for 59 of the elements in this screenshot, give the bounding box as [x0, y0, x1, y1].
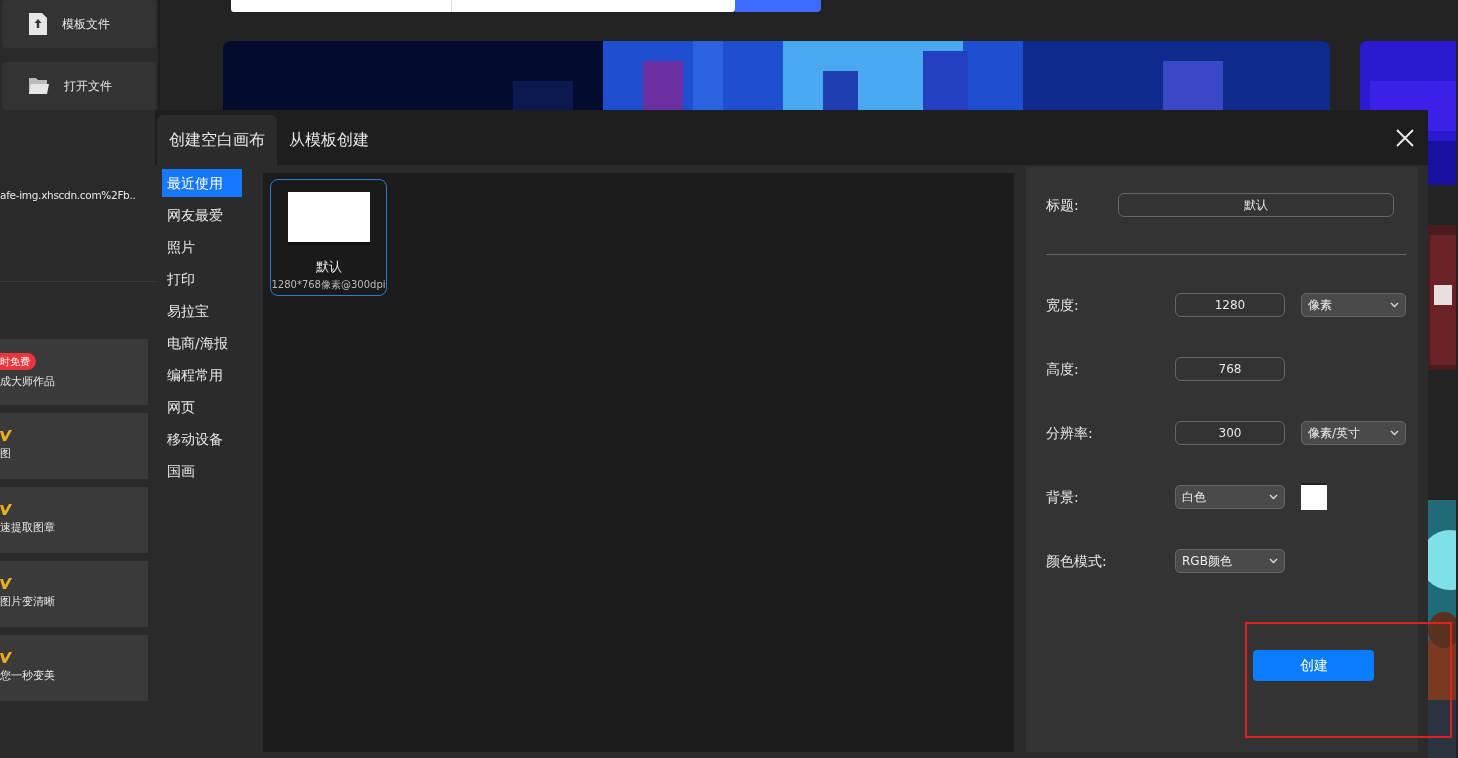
category-item[interactable]: 照片 [162, 233, 242, 261]
feature-label: 图片变清晰 [0, 593, 56, 610]
category-item[interactable]: 电商/海报 [162, 329, 242, 357]
caret-icon [1390, 430, 1399, 436]
button-label: 打开文件 [64, 78, 112, 95]
sidebar-button[interactable]: 模板文件 [2, 0, 156, 48]
field-label: 高度: [1046, 359, 1080, 379]
unit-dropdown[interactable]: 像素/英寸 [1301, 421, 1406, 445]
category-item[interactable]: 移动设备 [162, 425, 242, 453]
search-field[interactable] [231, 0, 735, 12]
number-field[interactable]: 768 [1175, 357, 1285, 381]
unit-dropdown[interactable]: 像素 [1301, 293, 1406, 317]
dialog-tab[interactable]: 从模板创建 [277, 115, 381, 165]
file-name[interactable]: afe-img.xhscdn.com%2Fb.. [0, 187, 136, 204]
select-dropdown[interactable]: 白色 [1175, 485, 1285, 509]
caret-icon [1390, 302, 1399, 308]
sidebar-button[interactable]: 打开文件 [2, 62, 156, 110]
upload-file-icon [28, 12, 48, 36]
feature-label: 速提取图章 [0, 519, 56, 536]
field-label: 颜色模式: [1046, 551, 1108, 571]
feature-label: 您一秒变美 [0, 667, 56, 684]
template-size: 1280*768像素@300dpi [271, 277, 386, 292]
number-field[interactable]: 1280 [1175, 293, 1285, 317]
feature-card[interactable]: 图片变清晰 [0, 561, 148, 627]
category-item[interactable]: 网友最爱 [162, 201, 242, 229]
caret-icon [1269, 558, 1278, 564]
category-item[interactable]: 国画 [162, 457, 242, 485]
category-item[interactable]: 打印 [162, 265, 242, 293]
vip-icon [0, 651, 13, 664]
feature-label: 图 [0, 445, 12, 462]
dialog-tab[interactable]: 创建空白画布 [157, 115, 277, 165]
folder-icon [28, 76, 50, 96]
vip-icon [0, 577, 13, 590]
feature-card[interactable]: 您一秒变美 [0, 635, 148, 701]
field-label: 宽度: [1046, 295, 1080, 315]
category-item[interactable]: 编程常用 [162, 361, 242, 389]
field-label: 背景: [1046, 487, 1080, 507]
field-label: 标题: [1046, 195, 1080, 215]
vip-icon [0, 503, 13, 516]
create-button[interactable]: 创建 [1253, 650, 1374, 681]
feature-card[interactable]: 图 [0, 413, 148, 479]
category-item[interactable]: 易拉宝 [162, 297, 242, 325]
category-item[interactable]: 网页 [162, 393, 242, 421]
close-icon [1396, 129, 1414, 147]
feature-card[interactable]: 速提取图章 [0, 487, 148, 553]
feature-label: 成大师作品 [0, 374, 56, 391]
number-field[interactable]: 300 [1175, 421, 1285, 445]
color-swatch[interactable] [1301, 484, 1327, 510]
feature-card[interactable]: 时免费 成大师作品 [0, 339, 148, 405]
field-label: 分辨率: [1046, 423, 1094, 443]
promo-badge: 时免费 [0, 353, 36, 371]
title-field[interactable]: 默认 [1118, 193, 1394, 217]
category-item[interactable]: 最近使用 [162, 169, 242, 197]
select-dropdown[interactable]: RGB颜色 [1175, 549, 1285, 573]
caret-icon [1269, 494, 1278, 500]
template-card[interactable]: 默认 1280*768像素@300dpi [270, 179, 387, 296]
button-label: 模板文件 [62, 16, 110, 33]
template-name: 默认 [315, 258, 342, 276]
vip-icon [0, 429, 13, 442]
